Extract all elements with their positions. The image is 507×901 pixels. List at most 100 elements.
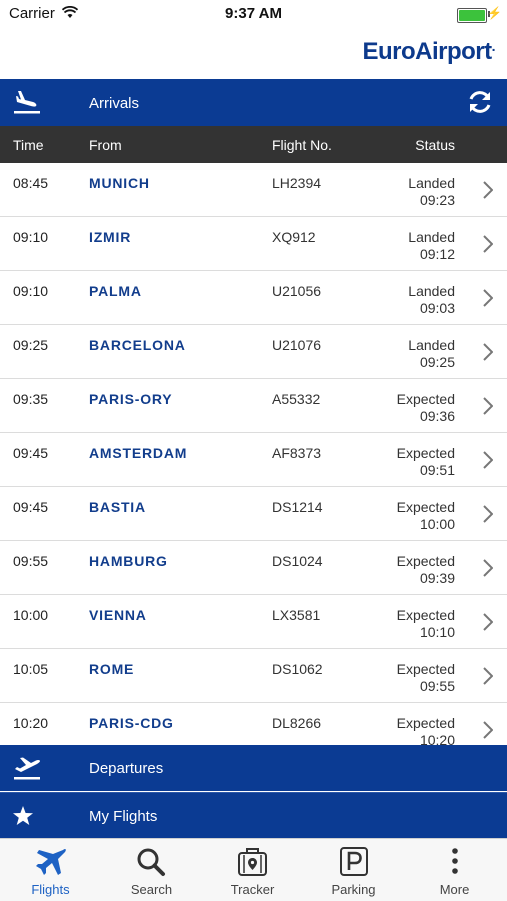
flight-row[interactable]: 10:00 VIENNA LX3581 Expected 10:10 xyxy=(0,595,507,649)
scheduled-time: 09:35 xyxy=(13,391,49,407)
flight-status: Landed 09:03 xyxy=(408,283,455,316)
scheduled-time: 09:10 xyxy=(13,229,49,245)
my-flights-section[interactable]: My Flights xyxy=(0,792,507,839)
arrivals-plane-icon xyxy=(14,91,40,114)
origin-city: PARIS-CDG xyxy=(89,715,174,731)
flight-status: Expected 09:39 xyxy=(396,553,455,586)
refresh-icon[interactable] xyxy=(465,87,495,117)
parking-icon xyxy=(340,847,368,876)
flight-row[interactable]: 09:10 PALMA U21056 Landed 09:03 xyxy=(0,271,507,325)
column-header-row: Time From Flight No. Status xyxy=(0,126,507,163)
flight-number: LH2394 xyxy=(272,175,322,191)
tab-more[interactable]: More xyxy=(404,839,505,901)
scheduled-time: 10:00 xyxy=(13,607,49,623)
scheduled-time: 09:55 xyxy=(13,553,49,569)
scheduled-time: 09:10 xyxy=(13,283,49,299)
battery-icon xyxy=(457,8,487,23)
tab-flights[interactable]: Flights xyxy=(0,839,101,901)
flight-status: Landed 09:12 xyxy=(408,229,455,262)
chevron-right-icon xyxy=(483,343,493,361)
origin-city: VIENNA xyxy=(89,607,147,623)
tab-bar: Flights Search Tracker Parking More xyxy=(0,838,507,901)
my-flights-title: My Flights xyxy=(89,808,158,825)
flight-status: Expected 09:55 xyxy=(396,661,455,694)
flight-number: DL8266 xyxy=(272,715,322,731)
airplane-icon xyxy=(36,848,66,875)
scheduled-time: 10:20 xyxy=(13,715,49,731)
flight-row[interactable]: 09:45 AMSTERDAM AF8373 Expected 09:51 xyxy=(0,433,507,487)
flight-status: Expected 09:36 xyxy=(396,391,455,424)
flight-row[interactable]: 09:10 IZMIR XQ912 Landed 09:12 xyxy=(0,217,507,271)
origin-city: IZMIR xyxy=(89,229,132,245)
brand-header: EuroAirport. xyxy=(0,28,507,79)
tab-tracker[interactable]: Tracker xyxy=(202,839,303,901)
flight-number: DS1214 xyxy=(272,499,323,515)
departures-section[interactable]: Departures xyxy=(0,745,507,791)
chevron-right-icon xyxy=(483,181,493,199)
scheduled-time: 10:05 xyxy=(13,661,49,677)
origin-city: ROME xyxy=(89,661,135,677)
tab-label: More xyxy=(439,882,470,897)
flight-status: Expected 10:20 xyxy=(396,715,455,745)
scheduled-time: 09:45 xyxy=(13,499,49,515)
chevron-right-icon xyxy=(483,505,493,523)
arrivals-list[interactable]: 08:45 MUNICH LH2394 Landed 09:23 09:10 IZ… xyxy=(0,163,507,745)
origin-city: MUNICH xyxy=(89,175,150,191)
chevron-right-icon xyxy=(483,721,493,739)
tab-label: Flights xyxy=(31,882,70,897)
departures-plane-icon xyxy=(14,757,40,780)
flight-number: DS1024 xyxy=(272,553,323,569)
flight-status: Expected 09:51 xyxy=(396,445,455,478)
origin-city: BARCELONA xyxy=(89,337,186,353)
column-status: Status xyxy=(415,137,455,153)
flight-row[interactable]: 09:55 HAMBURG DS1024 Expected 09:39 xyxy=(0,541,507,595)
chevron-right-icon xyxy=(483,559,493,577)
search-icon xyxy=(137,848,165,876)
column-flight-no: Flight No. xyxy=(272,137,332,153)
tab-label: Parking xyxy=(331,882,376,897)
origin-city: BASTIA xyxy=(89,499,146,515)
clock: 9:37 AM xyxy=(225,5,282,22)
column-from: From xyxy=(89,137,122,153)
scheduled-time: 09:45 xyxy=(13,445,49,461)
chevron-right-icon xyxy=(483,451,493,469)
column-time: Time xyxy=(13,137,44,153)
tab-search[interactable]: Search xyxy=(101,839,202,901)
star-icon xyxy=(13,806,33,825)
chevron-right-icon xyxy=(483,235,493,253)
flight-row[interactable]: 09:45 BASTIA DS1214 Expected 10:00 xyxy=(0,487,507,541)
chevron-right-icon xyxy=(483,667,493,685)
arrivals-header: Arrivals xyxy=(0,79,507,126)
origin-city: PARIS-ORY xyxy=(89,391,173,407)
flight-status: Landed 09:25 xyxy=(408,337,455,370)
origin-city: HAMBURG xyxy=(89,553,168,569)
flight-number: U21056 xyxy=(272,283,322,299)
departures-title: Departures xyxy=(89,760,164,777)
flight-number: U21076 xyxy=(272,337,322,353)
flight-number: LX3581 xyxy=(272,607,321,623)
flight-number: XQ912 xyxy=(272,229,316,245)
chevron-right-icon xyxy=(483,289,493,307)
flight-status: Landed 09:23 xyxy=(408,175,455,208)
scheduled-time: 08:45 xyxy=(13,175,49,191)
euroairport-logo: EuroAirport. xyxy=(362,38,495,65)
tab-label: Tracker xyxy=(230,882,275,897)
flight-row[interactable]: 10:05 ROME DS1062 Expected 09:55 xyxy=(0,649,507,703)
origin-city: AMSTERDAM xyxy=(89,445,188,461)
chevron-right-icon xyxy=(483,397,493,415)
luggage-tracker-icon xyxy=(238,848,267,876)
more-dots-icon xyxy=(452,848,458,874)
flight-row[interactable]: 09:35 PARIS-ORY A55332 Expected 09:36 xyxy=(0,379,507,433)
tab-parking[interactable]: Parking xyxy=(303,839,404,901)
flight-status: Expected 10:00 xyxy=(396,499,455,532)
charging-icon: ⚡ xyxy=(487,6,502,20)
flight-row[interactable]: 10:20 PARIS-CDG DL8266 Expected 10:20 xyxy=(0,703,507,745)
flight-row[interactable]: 09:25 BARCELONA U21076 Landed 09:25 xyxy=(0,325,507,379)
flight-number: AF8373 xyxy=(272,445,322,461)
origin-city: PALMA xyxy=(89,283,142,299)
scheduled-time: 09:25 xyxy=(13,337,49,353)
flight-row[interactable]: 08:45 MUNICH LH2394 Landed 09:23 xyxy=(0,163,507,217)
flight-number: DS1062 xyxy=(272,661,323,677)
status-bar: Carrier 9:37 AM ⚡ xyxy=(0,0,507,28)
flight-number: A55332 xyxy=(272,391,321,407)
